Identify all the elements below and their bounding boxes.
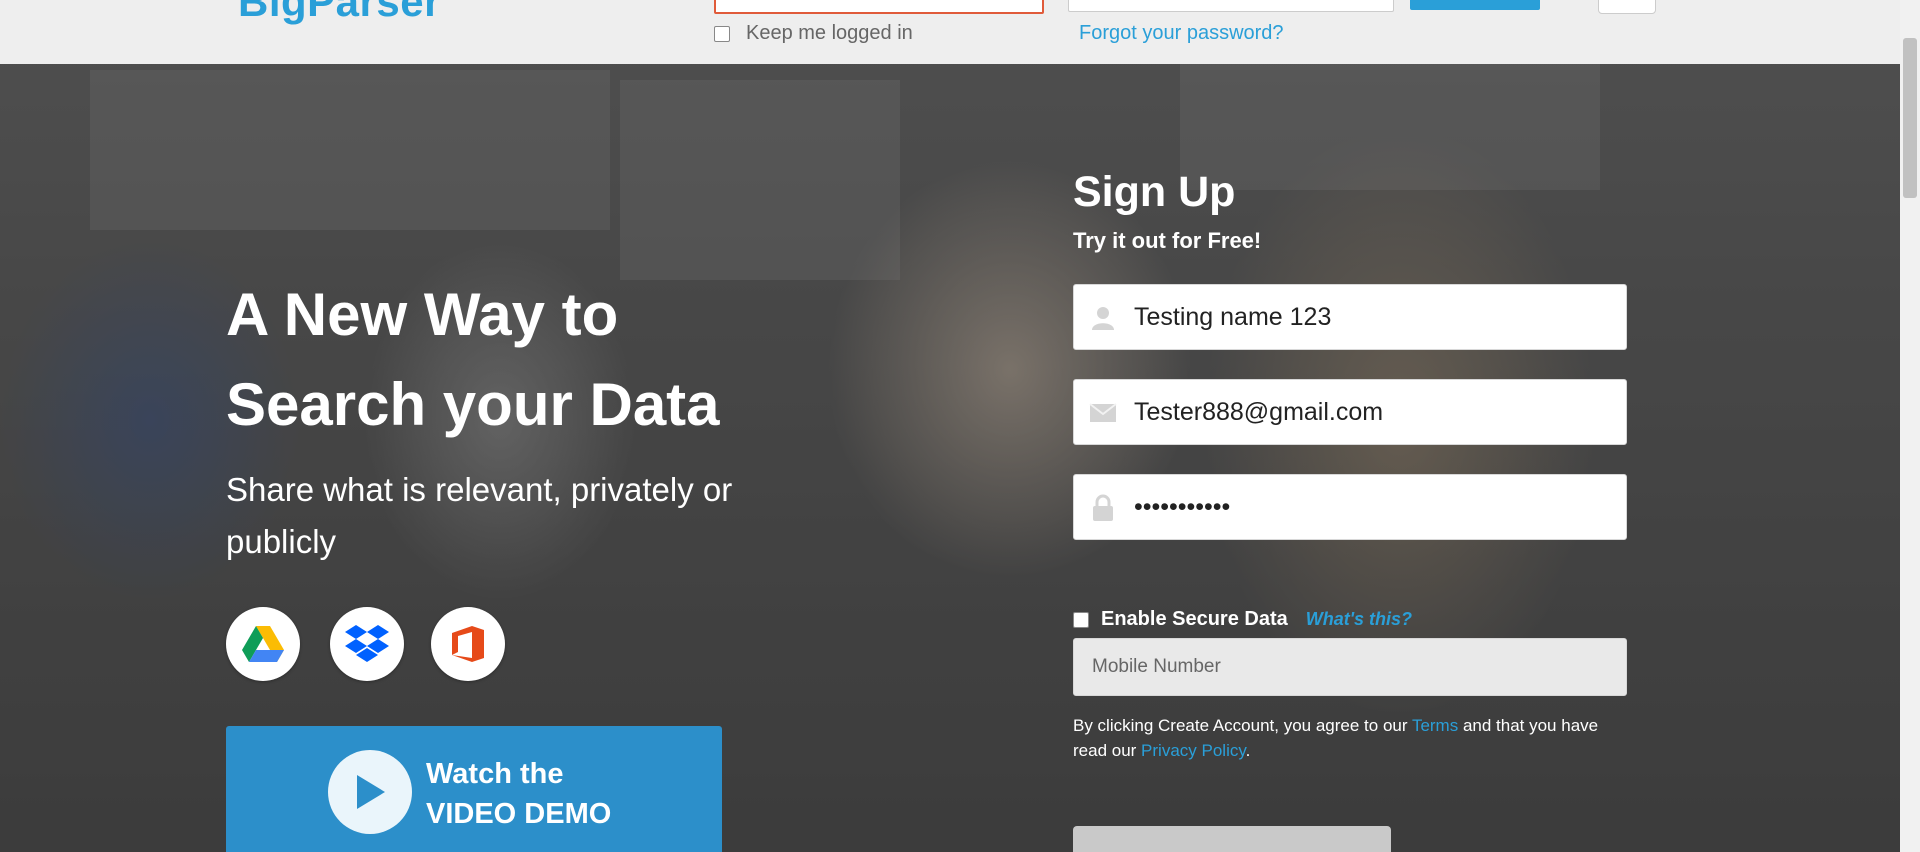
office-icon[interactable] — [431, 607, 505, 681]
forgot-password-link[interactable]: Forgot your password? — [1079, 22, 1284, 45]
video-demo-line1: Watch the — [426, 758, 564, 790]
create-account-button[interactable] — [1073, 826, 1391, 852]
video-demo-line2: VIDEO DEMO — [426, 798, 612, 830]
hero-headline-line2: Search your Data — [226, 371, 720, 438]
watch-video-demo-button[interactable]: Watch the VIDEO DEMO — [226, 726, 722, 852]
login-button[interactable] — [1410, 0, 1540, 10]
play-icon — [328, 750, 412, 834]
login-username-input[interactable] — [714, 0, 1044, 14]
privacy-policy-link[interactable]: Privacy Policy — [1141, 741, 1246, 760]
signup-title: Sign Up — [1073, 168, 1236, 216]
secure-data-checkbox[interactable] — [1073, 611, 1089, 628]
keep-logged-in-label: Keep me logged in — [746, 22, 913, 44]
page-scrollbar[interactable] — [1900, 0, 1920, 852]
envelope-icon — [1088, 398, 1118, 428]
lock-icon — [1088, 493, 1118, 523]
hero-headline: A New Way to Search your Data — [226, 270, 846, 450]
brand-logo[interactable]: BigParser — [238, 0, 441, 26]
dropbox-icon[interactable] — [330, 607, 404, 681]
secure-data-label: Enable Secure Data — [1101, 608, 1288, 630]
user-icon — [1088, 303, 1118, 333]
email-value: Tester888@gmail.com — [1134, 398, 1384, 426]
social-login-button[interactable] — [1598, 0, 1656, 14]
mobile-number-input[interactable]: Mobile Number — [1073, 638, 1627, 696]
hero-subline: Share what is relevant, privately or pub… — [226, 471, 733, 560]
terms-text: By clicking Create Account, you agree to… — [1073, 713, 1633, 763]
keep-logged-in[interactable]: Keep me logged in — [714, 22, 913, 45]
video-demo-label: Watch the VIDEO DEMO — [426, 754, 611, 834]
scrollbar-thumb[interactable] — [1903, 38, 1917, 198]
signup-subtitle: Try it out for Free! — [1073, 228, 1262, 253]
terms-prefix: By clicking Create Account, you agree to… — [1073, 716, 1412, 735]
password-field[interactable]: ••••••••••• — [1073, 474, 1627, 540]
email-field[interactable]: Tester888@gmail.com — [1073, 379, 1627, 445]
hero-headline-line1: A New Way to — [226, 281, 619, 348]
name-field[interactable]: Testing name 123 — [1073, 284, 1627, 350]
terms-suffix: . — [1245, 741, 1251, 760]
enable-secure-data[interactable]: Enable Secure Data What's this? — [1073, 608, 1412, 631]
google-drive-icon[interactable] — [226, 607, 300, 681]
login-password-input[interactable] — [1068, 0, 1394, 12]
whats-this-link[interactable]: What's this? — [1306, 609, 1412, 630]
terms-link[interactable]: Terms — [1412, 716, 1458, 735]
password-value: ••••••••••• — [1134, 493, 1231, 521]
login-bar: BigParser Keep me logged in Forgot your … — [0, 0, 1900, 64]
name-value: Testing name 123 — [1134, 303, 1332, 331]
keep-logged-in-checkbox[interactable] — [714, 25, 730, 42]
